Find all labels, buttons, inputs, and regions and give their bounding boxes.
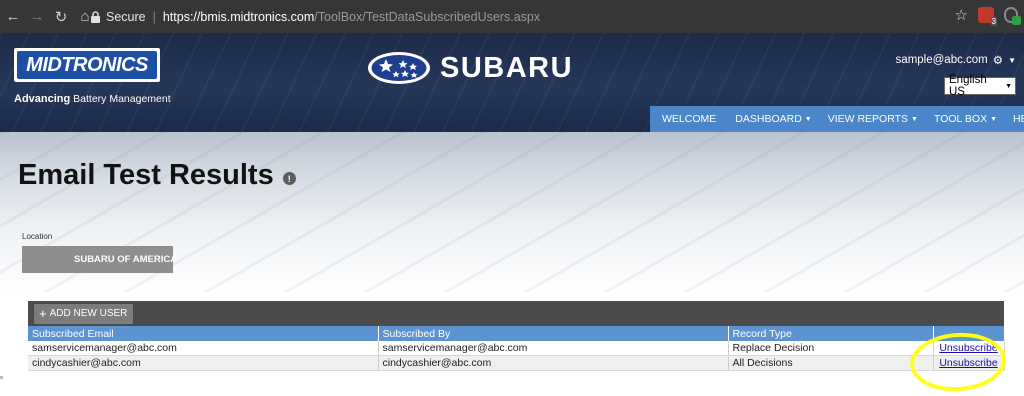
language-value: English US xyxy=(949,74,987,98)
location-label: Location xyxy=(22,232,53,241)
location-select[interactable]: SUBARU OF AMERICA ! xyxy=(22,246,173,273)
forward-arrow-icon[interactable]: → xyxy=(26,6,48,28)
column-header-subscribed-by[interactable]: Subscribed By xyxy=(378,326,729,341)
extension-icon-2[interactable] xyxy=(1004,7,1021,25)
tagline-bold: Advancing xyxy=(14,93,71,105)
subaru-stars-icon xyxy=(368,52,430,84)
bookmark-star-icon[interactable]: ☆ xyxy=(955,6,968,24)
cell-subscribed-by: samservicemanager@abc.com xyxy=(378,341,729,356)
extension-status-dot xyxy=(1012,16,1021,25)
extension-badge: 3 xyxy=(990,17,997,26)
user-menu[interactable]: sample@abc.com ⚙ ▼ xyxy=(896,53,1016,67)
cell-email: cindycashier@abc.com xyxy=(28,355,379,371)
nav-tool-box[interactable]: TOOL BOX ▼ xyxy=(926,113,1005,125)
nav-dashboard[interactable]: DASHBOARD ▼ xyxy=(727,113,819,125)
main-nav: WELCOME DASHBOARD ▼ VIEW REPORTS ▼ TOOL BO… xyxy=(650,106,1024,132)
extension-icon[interactable]: 3 xyxy=(978,7,997,26)
caret-down-icon: ▼ xyxy=(804,115,812,123)
nav-view-reports-label: VIEW REPORTS xyxy=(827,113,909,125)
subscriber-table: Subscribed Email Subscribed By Record Ty… xyxy=(28,326,1005,371)
cell-record-type: All Decisions xyxy=(728,355,934,371)
url-path: /ToolBox/TestDataSubscribedUsers.aspx xyxy=(314,9,541,24)
subaru-logo: SUBARU xyxy=(366,50,573,86)
plus-icon: + xyxy=(39,306,47,321)
grid-toolbar: + ADD NEW USER xyxy=(28,301,1004,326)
url-host: https://bmis.midtronics.com xyxy=(162,9,315,24)
midtronics-logo-text: MIDTRONICS xyxy=(17,51,157,79)
left-edge-mark xyxy=(0,376,3,379)
cell-email: samservicemanager@abc.com xyxy=(28,341,379,356)
table-header-row: Subscribed Email Subscribed By Record Ty… xyxy=(28,326,1005,341)
nav-view-reports[interactable]: VIEW REPORTS ▼ xyxy=(820,113,926,125)
cell-record-type: Replace Decision xyxy=(728,341,934,356)
site-header: MIDTRONICS Advancing Battery Management … xyxy=(0,33,1024,132)
address-bar[interactable]: Secure | https://bmis.midtronics.com /To… xyxy=(90,4,1010,29)
nav-help-label: HELP xyxy=(1013,113,1024,125)
cell-subscribed-by: cindycashier@abc.com xyxy=(378,355,729,371)
chevron-down-icon: ▼ xyxy=(1008,55,1016,65)
caret-down-icon: ▼ xyxy=(911,115,918,123)
nav-welcome[interactable]: WELCOME xyxy=(650,113,727,125)
info-icon[interactable]: ! xyxy=(282,172,296,185)
page-banner: Email Test Results ! Location SUBARU OF … xyxy=(0,132,1024,292)
nav-welcome-label: WELCOME xyxy=(662,113,717,125)
column-header-subscribed-email[interactable]: Subscribed Email xyxy=(28,326,379,341)
nav-tool-box-label: TOOL BOX xyxy=(933,113,988,125)
page-title-text: Email Test Results xyxy=(18,159,274,191)
address-separator: | xyxy=(152,9,156,24)
lock-icon xyxy=(91,10,100,23)
gear-icon: ⚙ xyxy=(992,55,1004,67)
chevron-down-icon: ▼ xyxy=(1005,82,1012,90)
midtronics-logo[interactable]: MIDTRONICS xyxy=(14,48,160,82)
tagline-rest: Battery Management xyxy=(70,93,171,105)
caret-down-icon: ▼ xyxy=(990,115,998,123)
page-title: Email Test Results ! xyxy=(18,159,296,192)
subscriber-grid: + ADD NEW USER Subscribed Email Subscrib… xyxy=(28,301,1005,371)
tagline: Advancing Battery Management xyxy=(14,93,171,105)
back-arrow-icon[interactable]: ← xyxy=(2,6,24,28)
browser-toolbar: ← → ↻ ⌂ Secure | https://bmis.midtronics… xyxy=(0,0,1024,33)
add-new-user-button[interactable]: + ADD NEW USER xyxy=(34,303,134,324)
nav-help[interactable]: HELP xyxy=(1005,113,1024,125)
table-row: samservicemanager@abc.com samservicemana… xyxy=(28,341,1005,356)
nav-dashboard-label: DASHBOARD xyxy=(735,113,802,125)
add-new-user-label: ADD NEW USER xyxy=(49,308,128,319)
subaru-brand-name: SUBARU xyxy=(440,51,574,84)
user-email: sample@abc.com xyxy=(895,54,988,66)
language-select[interactable]: English US ▼ xyxy=(944,74,1016,98)
table-row: cindycashier@abc.com cindycashier@abc.co… xyxy=(28,355,1005,371)
secure-label: Secure xyxy=(106,9,146,24)
column-header-record-type[interactable]: Record Type xyxy=(728,326,934,341)
reload-icon[interactable]: ↻ xyxy=(50,6,72,28)
